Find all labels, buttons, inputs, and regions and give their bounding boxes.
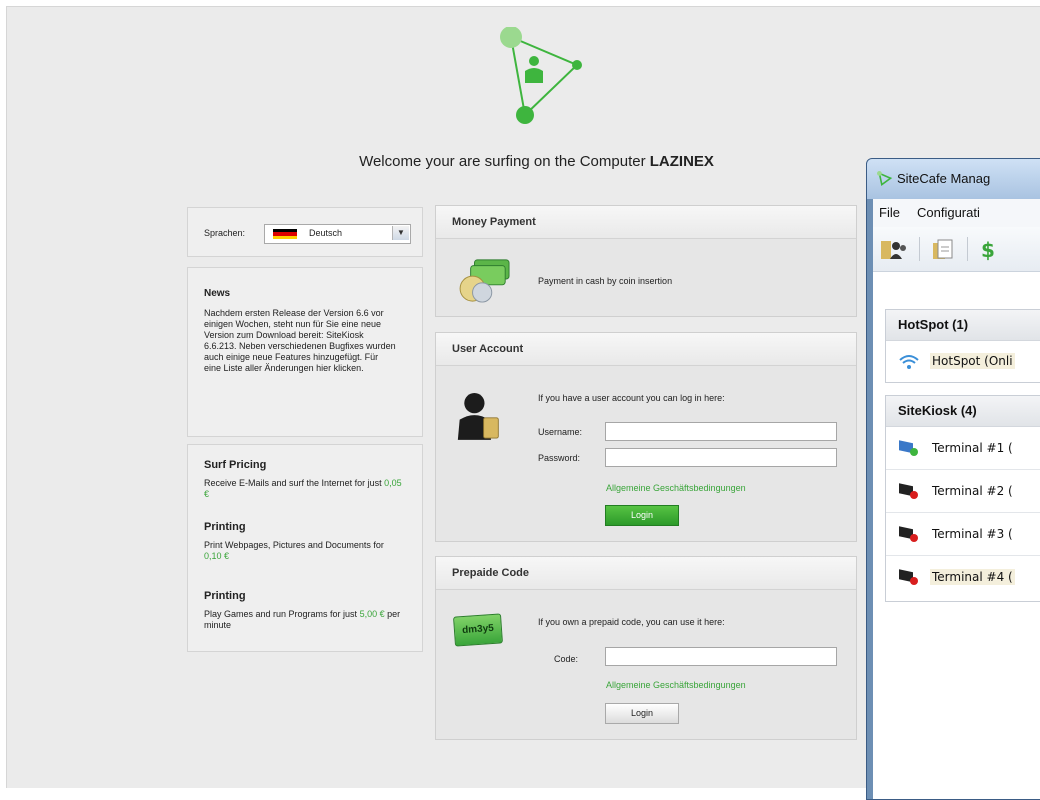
surf-pricing-title: Surf Pricing (204, 459, 267, 471)
user-account-title: User Account (436, 333, 856, 366)
terms-link[interactable]: Allgemeine Geschäftsbedingungen (606, 483, 746, 493)
password-input[interactable] (605, 448, 837, 467)
window-title: SiteCafe Manag (897, 171, 991, 186)
money-payment-text: Payment in cash by coin insertion (538, 276, 673, 286)
hotspot-row[interactable]: HotSpot (Onli (886, 341, 1040, 381)
login-button[interactable]: Login (605, 505, 679, 526)
wifi-icon (899, 355, 919, 369)
toolbar-separator (919, 237, 920, 261)
username-label: Username: (538, 427, 583, 437)
user-account-intro: If you have a user account you can log i… (538, 393, 725, 403)
sitecafe-manager-window: SiteCafe Manag File Configurati $ HotSpo… (866, 158, 1040, 800)
terminal-label: Terminal #4 ( (930, 569, 1015, 585)
app-icon (877, 171, 893, 186)
terminal-label: Terminal #2 ( (932, 484, 1013, 498)
terminal-label: Terminal #1 ( (932, 441, 1013, 455)
sitecafe-logo-icon (500, 27, 582, 124)
terminal-row[interactable]: Terminal #3 ( (886, 513, 1040, 556)
games-text: Play Games and run Programs for just 5,0… (204, 609, 401, 630)
language-select[interactable]: Deutsch ▼ (264, 224, 411, 244)
toolbar: $ (873, 227, 1040, 272)
terminal-offline-icon (899, 569, 918, 585)
terminal-online-icon (899, 440, 918, 456)
window-body: File Configurati $ HotSpot (1) HotSpot (… (873, 199, 1040, 799)
money-payment-title: Money Payment (436, 206, 856, 239)
terminal-offline-icon (899, 526, 918, 542)
surf-pricing-text: Receive E-Mails and surf the Internet fo… (204, 478, 402, 499)
user-icon (457, 393, 499, 440)
games-title: Printing (204, 590, 246, 602)
terminal-offline-icon (899, 483, 918, 499)
prepaid-code-panel: Prepaide Code dm3y5 If you own a prepaid… (435, 556, 857, 740)
menu-file[interactable]: File (879, 205, 900, 220)
language-label: Sprachen: (204, 228, 246, 238)
german-flag-icon (273, 229, 297, 239)
users-icon[interactable] (879, 237, 909, 261)
printing-title: Printing (204, 521, 246, 533)
terminal-row[interactable]: Terminal #1 ( (886, 427, 1040, 470)
terminal-label: Terminal #3 ( (932, 527, 1013, 541)
code-label: Code: (554, 654, 579, 664)
menu-configuration[interactable]: Configurati (917, 205, 980, 220)
hotspot-item-label: HotSpot (Onli (930, 353, 1015, 369)
language-box: Sprachen: Deutsch ▼ (187, 207, 423, 257)
money-payment-panel: Money Payment Payment in cash by coin in… (435, 205, 857, 317)
language-selected: Deutsch (309, 228, 343, 238)
window-titlebar[interactable]: SiteCafe Manag (867, 159, 1040, 199)
prepaid-card-icon: dm3y5 (453, 613, 503, 647)
hotspot-group-header[interactable]: HotSpot (1) (886, 310, 1040, 341)
toolbar-separator (967, 237, 968, 261)
svg-text:$: $ (981, 238, 995, 261)
money-icon[interactable]: $ (979, 237, 999, 261)
hotspot-group: HotSpot (1) HotSpot (Onli (885, 309, 1040, 383)
terminal-row[interactable]: Terminal #2 ( (886, 470, 1040, 513)
user-account-panel: User Account If you have a user account … (435, 332, 857, 542)
terminal-row[interactable]: Terminal #4 ( (886, 556, 1040, 598)
document-icon[interactable] (931, 237, 955, 261)
prepaid-intro: If you own a prepaid code, you can use i… (538, 617, 725, 627)
username-input[interactable] (605, 422, 837, 441)
code-input[interactable] (605, 647, 837, 666)
coins-icon (459, 259, 510, 303)
sitekiosk-group: SiteKiosk (4) Terminal #1 ( Terminal #2 … (885, 395, 1040, 602)
news-box: News Nachdem ersten Release der Version … (187, 267, 423, 437)
prepaid-login-button[interactable]: Login (605, 703, 679, 724)
pricing-box: Surf Pricing Receive E-Mails and surf th… (187, 444, 423, 652)
printing-text: Print Webpages, Pictures and Documents f… (204, 540, 384, 561)
news-body[interactable]: Nachdem ersten Release der Version 6.6 v… (204, 308, 396, 374)
sitekiosk-group-header[interactable]: SiteKiosk (4) (886, 396, 1040, 427)
password-label: Password: (538, 453, 581, 463)
menu-bar: File Configurati (873, 199, 1040, 227)
prepaid-terms-link[interactable]: Allgemeine Geschäftsbedingungen (606, 680, 746, 690)
news-title: News (204, 288, 231, 299)
prepaid-code-title: Prepaide Code (436, 557, 856, 590)
chevron-down-icon[interactable]: ▼ (392, 226, 409, 240)
